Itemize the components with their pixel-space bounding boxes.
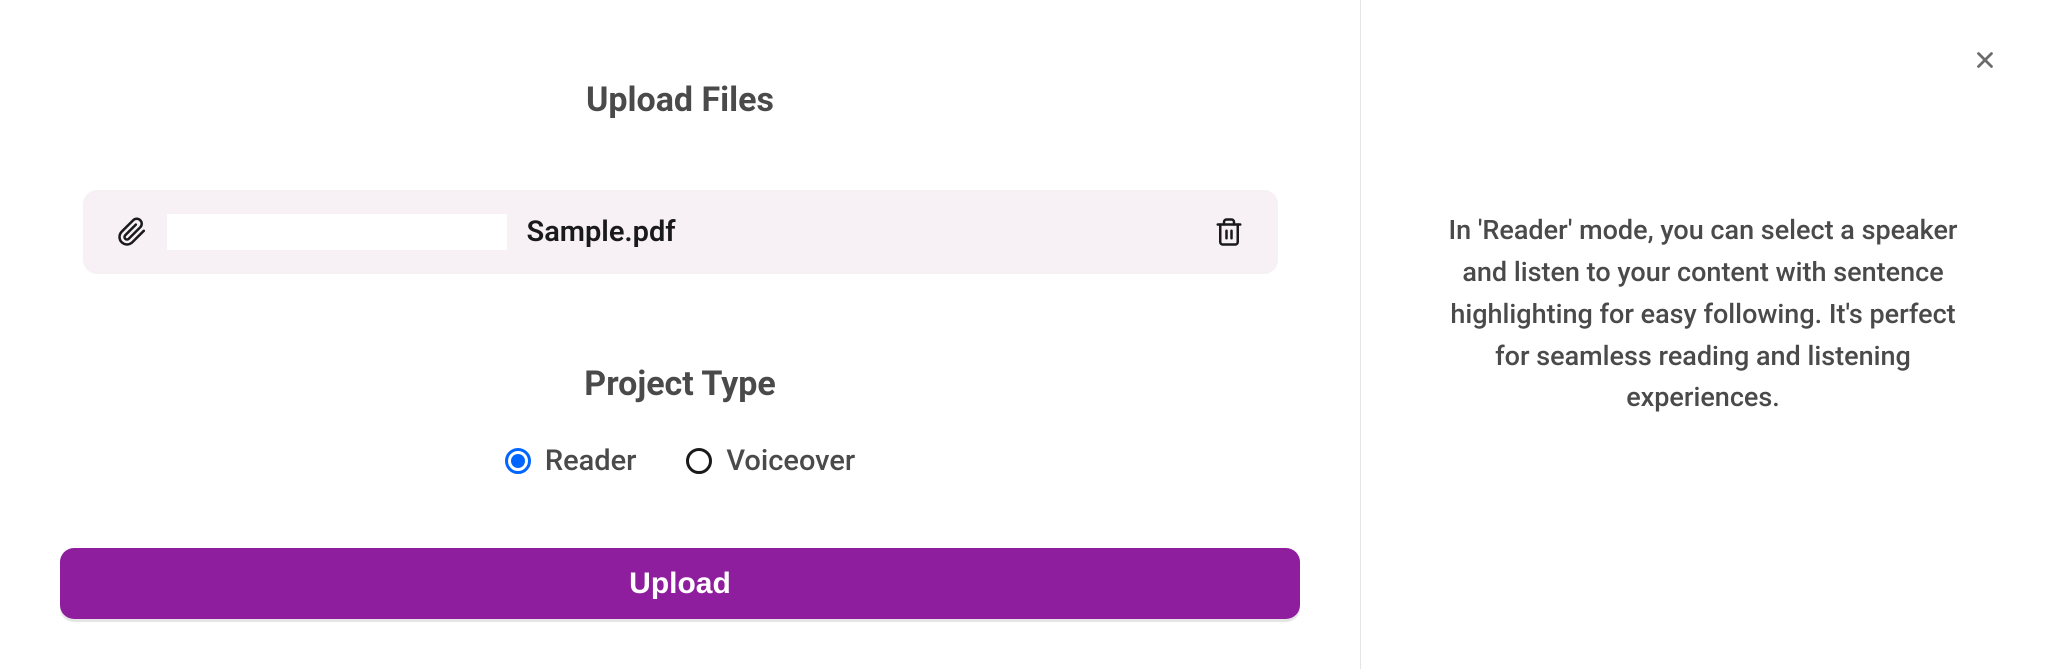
trash-icon[interactable] xyxy=(1214,217,1244,247)
upload-title: Upload Files xyxy=(586,80,774,120)
project-type-section: Project Type Reader Voiceover xyxy=(505,364,855,478)
info-panel: In 'Reader' mode, you can select a speak… xyxy=(1361,0,2045,669)
project-type-title: Project Type xyxy=(505,364,855,404)
radio-circle-unselected xyxy=(686,448,712,474)
radio-circle-selected xyxy=(505,448,531,474)
radio-dot xyxy=(511,454,525,468)
upload-panel: Upload Files Sample.pdf Project Type xyxy=(0,0,1360,669)
file-thumbnail xyxy=(167,214,507,250)
radio-label-reader: Reader xyxy=(545,444,637,478)
radio-group: Reader Voiceover xyxy=(505,444,855,478)
file-row: Sample.pdf xyxy=(83,190,1278,274)
radio-reader[interactable]: Reader xyxy=(505,444,637,478)
radio-voiceover[interactable]: Voiceover xyxy=(686,444,855,478)
upload-button[interactable]: Upload xyxy=(60,548,1300,619)
info-description: In 'Reader' mode, you can select a speak… xyxy=(1431,210,1975,419)
file-name: Sample.pdf xyxy=(527,215,1194,249)
attachment-icon xyxy=(117,217,147,247)
close-icon[interactable] xyxy=(1967,42,2003,78)
radio-label-voiceover: Voiceover xyxy=(726,444,855,478)
